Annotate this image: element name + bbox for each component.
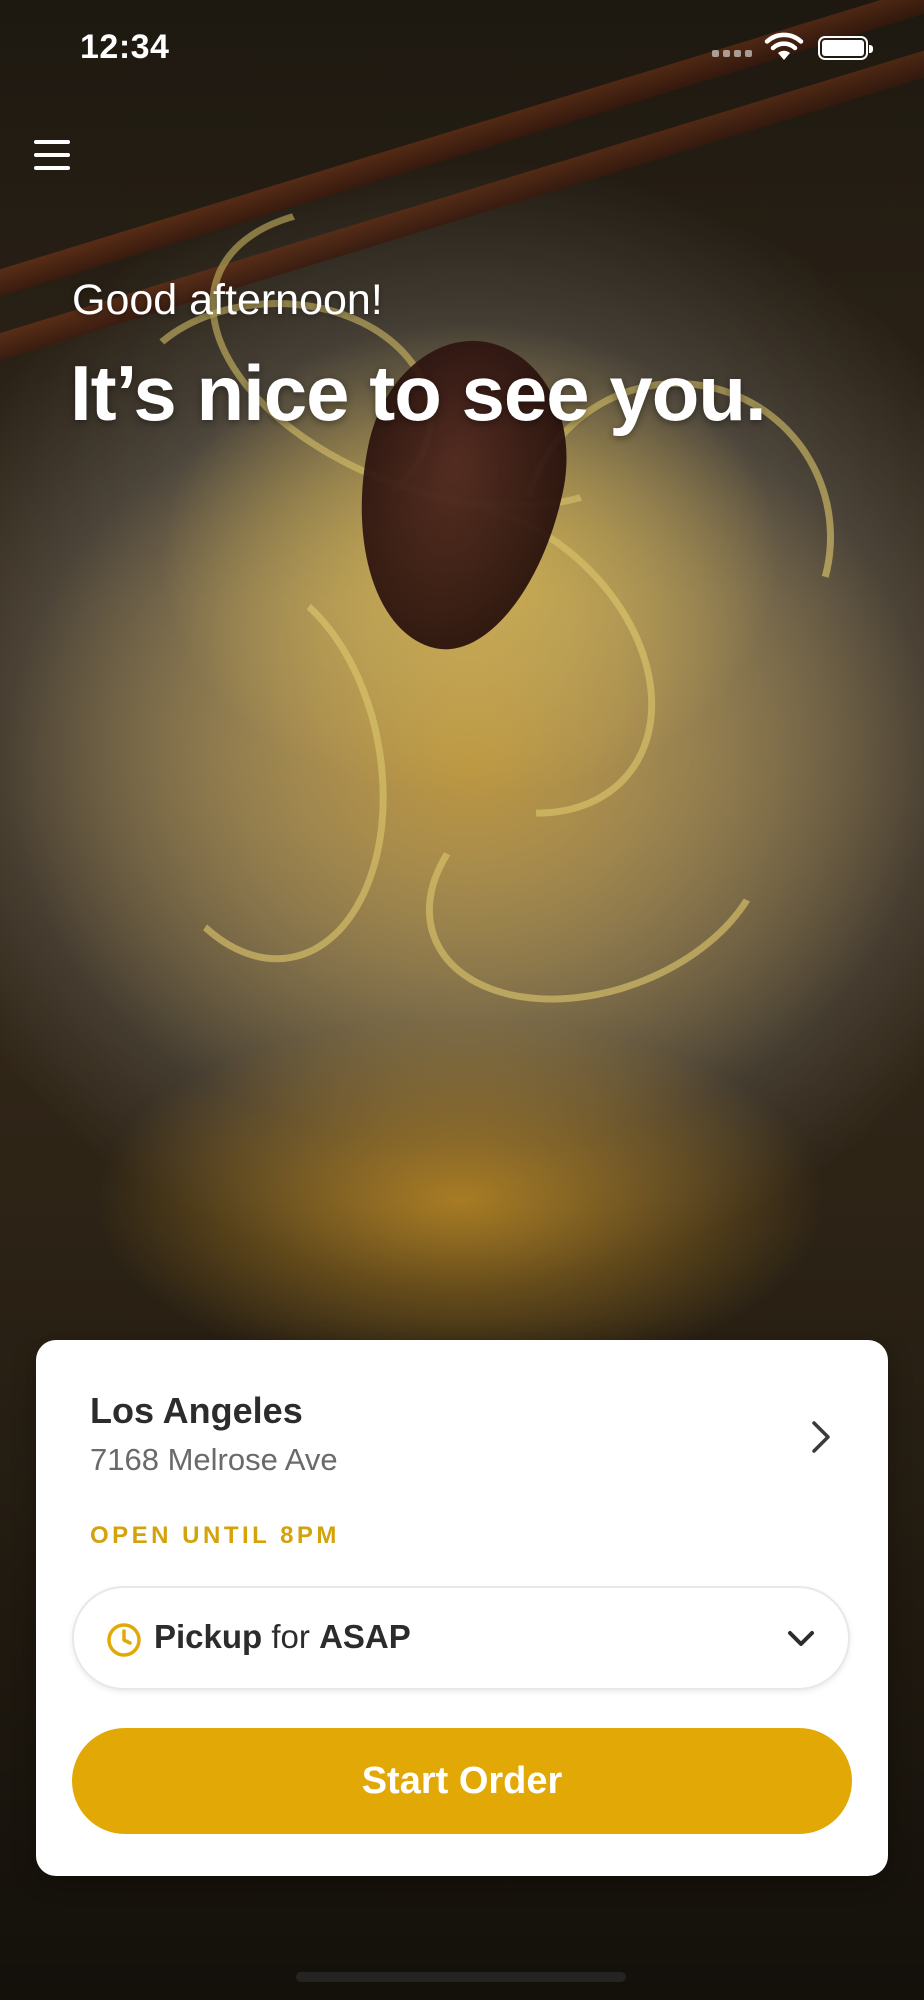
status-bar: 12:34 (0, 0, 924, 100)
home-indicator[interactable] (296, 1972, 626, 1982)
order-type-dropdown[interactable]: Pickup for ASAP (72, 1586, 850, 1690)
cellular-signal-icon (712, 50, 752, 57)
location-selector[interactable]: Los Angeles 7168 Melrose Ave (36, 1340, 888, 1500)
location-name: Los Angeles (90, 1390, 303, 1431)
status-time: 12:34 (80, 28, 170, 66)
start-order-button[interactable]: Start Order (72, 1728, 852, 1834)
home-screen: 12:34 Good afternoon! It’s nice to see y… (0, 0, 924, 2000)
welcome-headline: It’s nice to see you. (70, 349, 767, 437)
order-type-label: Pickup for ASAP (154, 1618, 411, 1656)
location-card: Los Angeles 7168 Melrose Ave OPEN UNTIL … (36, 1340, 888, 1876)
greeting-text: Good afternoon! (72, 276, 383, 324)
clock-icon (107, 1623, 141, 1657)
store-hours: OPEN UNTIL 8PM (90, 1522, 340, 1549)
order-mode: Pickup (154, 1618, 263, 1655)
order-time: ASAP (319, 1618, 411, 1655)
chevron-right-icon (812, 1421, 830, 1453)
order-connector: for (271, 1618, 310, 1655)
chevron-down-icon (788, 1631, 814, 1646)
hamburger-menu-icon[interactable] (34, 140, 74, 176)
wifi-icon (764, 32, 804, 60)
battery-icon (818, 36, 873, 60)
location-address: 7168 Melrose Ave (90, 1442, 338, 1477)
